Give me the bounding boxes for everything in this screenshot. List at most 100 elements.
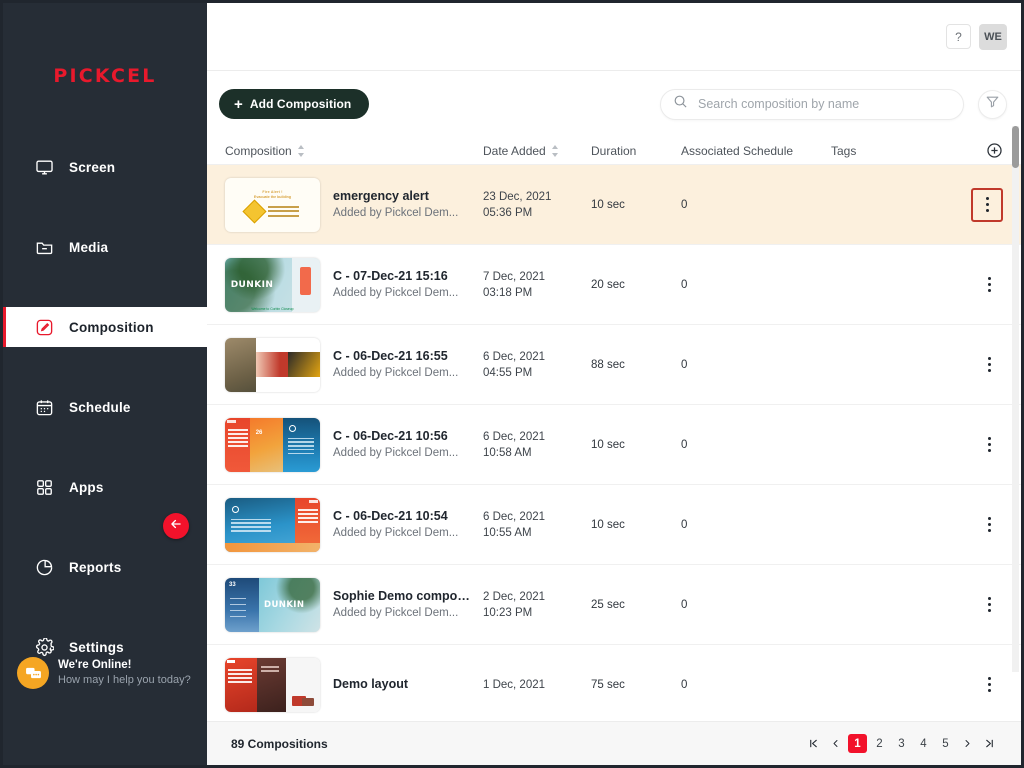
edit-box-icon — [33, 316, 55, 338]
pagination-page-4[interactable]: 4 — [914, 734, 933, 753]
pagination-prev[interactable] — [826, 734, 845, 753]
chat-text-block: We're Online! How may I help you today? — [58, 658, 191, 688]
search-box[interactable] — [660, 89, 964, 120]
row-actions-button[interactable] — [971, 188, 1003, 222]
table-row[interactable]: Demo layout 1 Dec, 2021 75 sec 0 — [207, 645, 1021, 721]
row-actions-button[interactable] — [975, 430, 1003, 460]
sidebar-item-screen[interactable]: Screen — [3, 147, 207, 187]
table-header-row: Composition Date Added Duration Associat… — [207, 137, 1021, 165]
table-row[interactable]: DUNKINWelcome to Corbin Closeup C - 07-D… — [207, 245, 1021, 325]
row-actions-button[interactable] — [975, 670, 1003, 700]
scrollbar-thumb[interactable] — [1012, 126, 1019, 168]
composition-name: C - 07-Dec-21 15:16 — [333, 268, 458, 285]
gear-icon — [33, 636, 55, 658]
time-value: 10:23 PM — [483, 605, 591, 621]
time-value: 04:55 PM — [483, 365, 591, 381]
pagination-first[interactable] — [804, 734, 823, 753]
duration-cell: 25 sec — [591, 599, 681, 611]
duration-cell: 10 sec — [591, 199, 681, 211]
table-row[interactable]: 26 C - 06-Dec-21 10:56 Added by Pickcel … — [207, 405, 1021, 485]
avatar[interactable]: WE — [979, 24, 1007, 50]
composition-name: Sophie Demo composit... — [333, 588, 475, 605]
sidebar-item-schedule[interactable]: Schedule — [3, 387, 207, 427]
row-actions-button[interactable] — [975, 350, 1003, 380]
schedule-cell: 0 — [681, 199, 831, 211]
nav-gap-4 — [3, 427, 207, 467]
row-actions-button[interactable] — [975, 510, 1003, 540]
row-actions-button[interactable] — [975, 590, 1003, 620]
sort-toggle-icon[interactable] — [551, 145, 559, 157]
filter-button[interactable] — [978, 90, 1007, 119]
sidebar-item-reports[interactable]: Reports — [3, 547, 207, 587]
plus-icon: + — [234, 97, 243, 112]
kebab-menu-icon[interactable] — [979, 592, 999, 618]
pagination-page-5[interactable]: 5 — [936, 734, 955, 753]
composition-cell: C - 06-Dec-21 10:54 Added by Pickcel Dem… — [225, 498, 483, 552]
date-value: 6 Dec, 2021 — [483, 429, 591, 445]
nav-gap-2 — [3, 267, 207, 307]
date-value: 6 Dec, 2021 — [483, 349, 591, 365]
app-window: PICKCEL Screen Media — [0, 0, 1024, 768]
kebab-menu-icon[interactable] — [979, 352, 999, 378]
column-header-composition[interactable]: Composition — [225, 144, 483, 158]
column-label: Composition — [225, 144, 292, 158]
filter-funnel-icon — [985, 94, 1000, 114]
duration-cell: 88 sec — [591, 359, 681, 371]
composition-cell: Demo layout — [225, 658, 483, 712]
composition-added-by: Added by Pickcel Dem... — [333, 365, 458, 382]
time-value: 03:18 PM — [483, 285, 591, 301]
thumbnail — [225, 658, 320, 712]
sort-toggle-icon[interactable] — [297, 145, 305, 157]
kebab-menu-icon[interactable] — [979, 272, 999, 298]
search-input[interactable] — [698, 97, 951, 111]
search-icon — [673, 94, 688, 114]
composition-table-body: Fire Alert !Evacuate the building emerge… — [207, 165, 1021, 721]
calendar-icon — [33, 396, 55, 418]
table-row[interactable]: C - 06-Dec-21 10:54 Added by Pickcel Dem… — [207, 485, 1021, 565]
chat-title: We're Online! — [58, 658, 191, 673]
date-value: 7 Dec, 2021 — [483, 269, 591, 285]
time-value: 10:55 AM — [483, 525, 591, 541]
kebab-menu-icon[interactable] — [979, 432, 999, 458]
plus-circle-icon[interactable] — [986, 142, 1003, 159]
table-row[interactable]: 33 DUNKIN Sophie Demo composit... Added … — [207, 565, 1021, 645]
column-header-date-added[interactable]: Date Added — [483, 144, 591, 158]
kebab-menu-icon[interactable] — [979, 512, 999, 538]
sidebar-item-apps[interactable]: Apps — [3, 467, 207, 507]
sidebar-item-media[interactable]: Media — [3, 227, 207, 267]
pagination-last[interactable] — [980, 734, 999, 753]
kebab-menu-icon[interactable] — [979, 672, 999, 698]
pagination-page-2[interactable]: 2 — [870, 734, 889, 753]
table-row[interactable]: Fire Alert !Evacuate the building emerge… — [207, 165, 1021, 245]
composition-cell: DUNKINWelcome to Corbin Closeup C - 07-D… — [225, 258, 483, 312]
add-composition-button[interactable]: + Add Composition — [219, 89, 369, 119]
monitor-icon — [33, 156, 55, 178]
pagination-next[interactable] — [958, 734, 977, 753]
table-row[interactable]: C - 06-Dec-21 16:55 Added by Pickcel Dem… — [207, 325, 1021, 405]
sidebar-item-label: Schedule — [69, 400, 131, 415]
composition-cell: C - 06-Dec-21 16:55 Added by Pickcel Dem… — [225, 338, 483, 392]
pagination-page-1[interactable]: 1 — [848, 734, 867, 753]
thumbnail: 26 — [225, 418, 320, 472]
composition-added-by: Added by Pickcel Dem... — [333, 605, 475, 622]
thumbnail — [225, 498, 320, 552]
sidebar-item-label: Reports — [69, 560, 121, 575]
grid-icon — [33, 476, 55, 498]
composition-text: emergency alert Added by Pickcel Dem... — [333, 188, 458, 222]
thumbnail: Fire Alert !Evacuate the building — [225, 178, 320, 232]
folder-icon — [33, 236, 55, 258]
pagination-page-3[interactable]: 3 — [892, 734, 911, 753]
kebab-menu-icon[interactable] — [977, 192, 997, 218]
sidebar-item-composition[interactable]: Composition — [3, 307, 207, 347]
vertical-scrollbar[interactable] — [1012, 126, 1019, 672]
sidebar-collapse-button[interactable] — [163, 513, 189, 539]
date-added-cell: 1 Dec, 2021 — [483, 677, 591, 693]
help-button[interactable]: ? — [946, 24, 971, 49]
schedule-cell: 0 — [681, 279, 831, 291]
composition-name: emergency alert — [333, 188, 458, 205]
date-value: 2 Dec, 2021 — [483, 589, 591, 605]
chat-widget[interactable]: We're Online! How may I help you today? — [17, 657, 191, 689]
row-actions-button[interactable] — [975, 270, 1003, 300]
date-added-cell: 6 Dec, 2021 10:58 AM — [483, 429, 591, 461]
sidebar-item-label: Composition — [69, 320, 154, 335]
